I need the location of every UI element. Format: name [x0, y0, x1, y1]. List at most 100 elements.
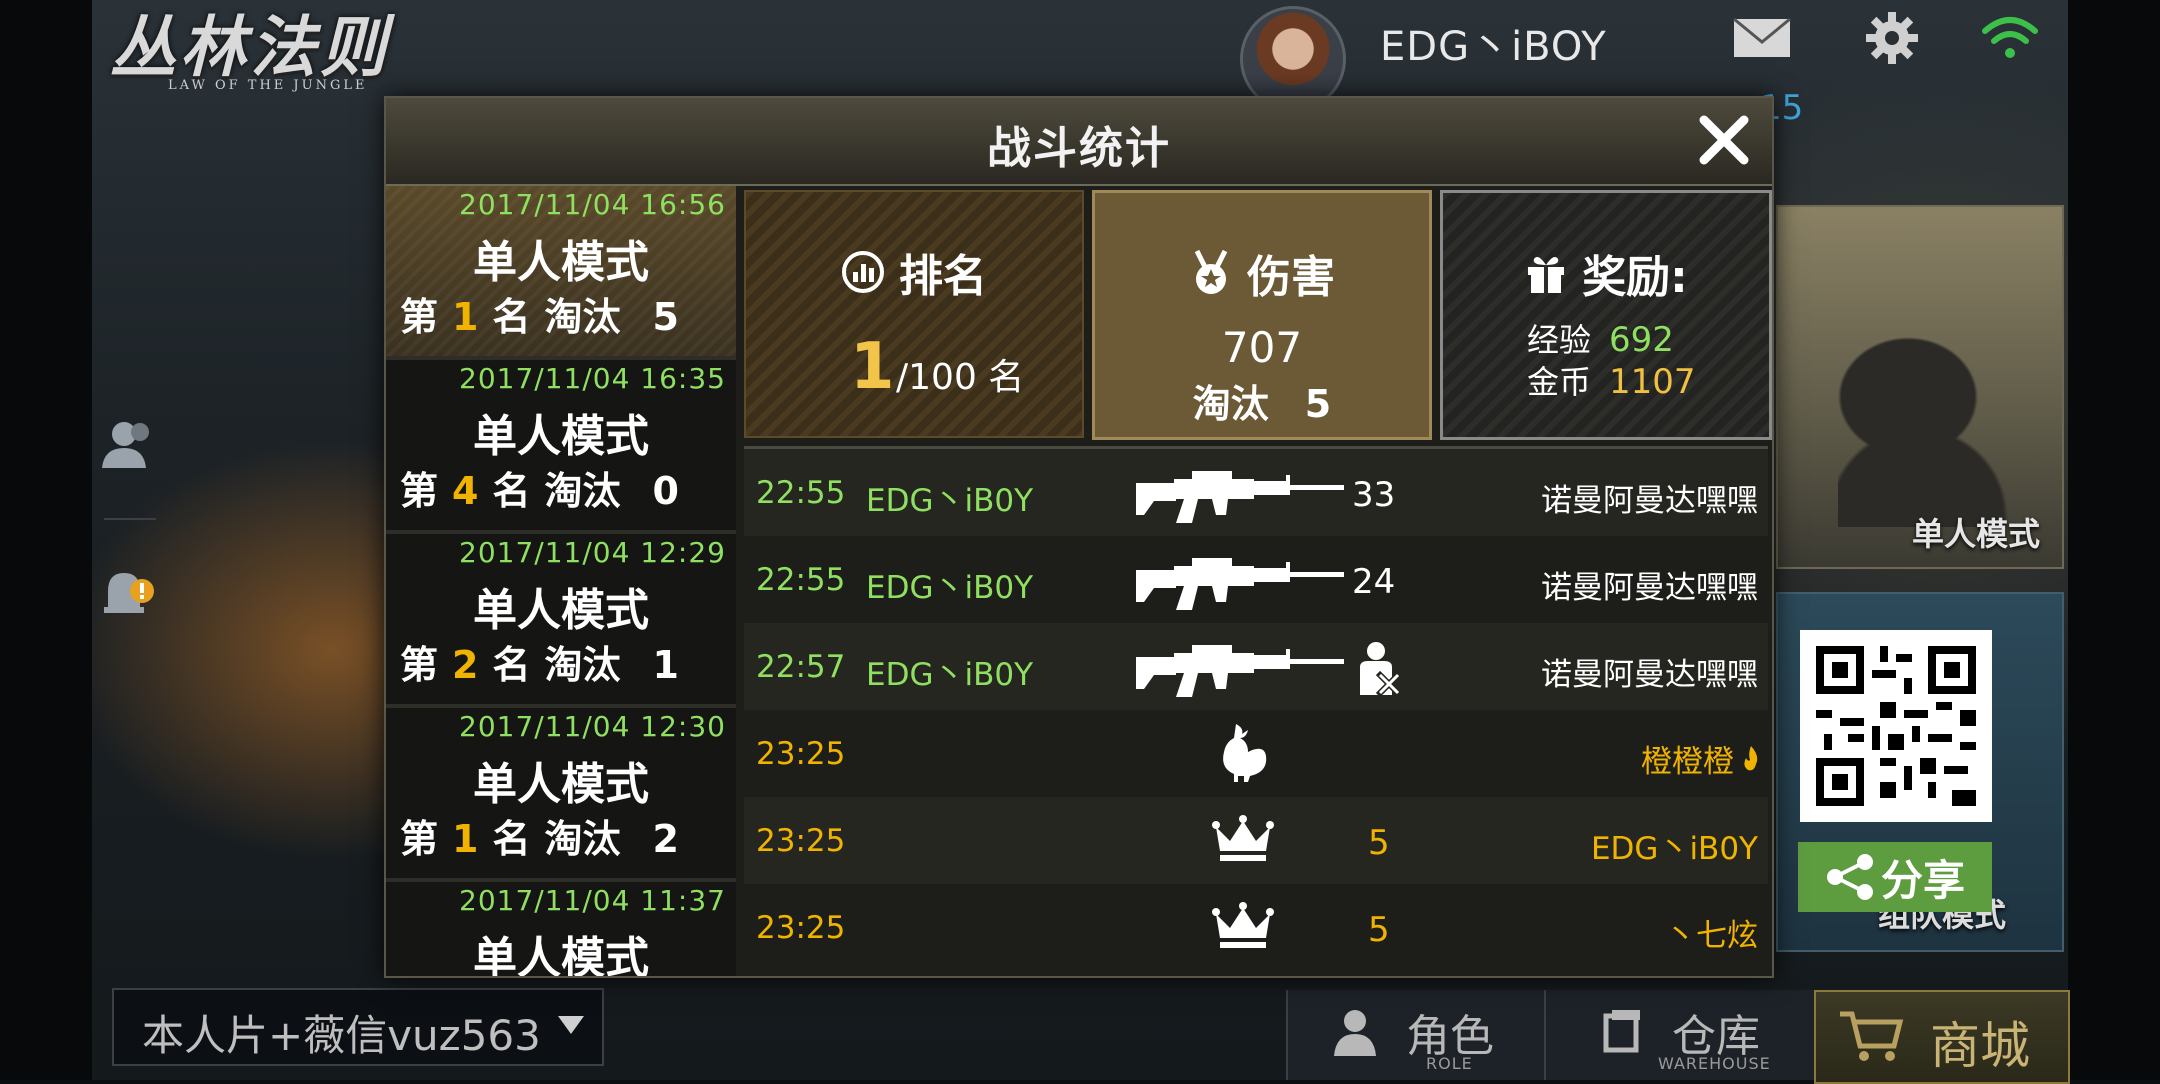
- rank-unit: 名: [492, 469, 531, 513]
- share-icon: [1826, 854, 1873, 900]
- match-result: 第 1 名淘汰 5: [400, 286, 679, 341]
- rank-total: /100 名: [896, 357, 1025, 398]
- match-mode: 单人模式: [473, 759, 649, 810]
- match-date: 2017/11/04 12:29: [459, 536, 726, 569]
- gold-value: 1107: [1609, 362, 1696, 402]
- match-history-list: 2017/11/04 16:56 单人模式 第 1 名淘汰 5 2017/11/04 …: [386, 186, 736, 976]
- log-count: 5: [1368, 910, 1390, 950]
- rank-label: 排名: [899, 251, 987, 302]
- right-letterbox: [2068, 0, 2160, 1080]
- damage-kills: 淘汰 5: [1095, 373, 1429, 428]
- log-time: 22:55: [756, 562, 846, 598]
- match-kills: 0: [652, 469, 679, 513]
- warehouse-box-icon: [1603, 1010, 1640, 1053]
- logo-subtitle: LAW OF THE JUNGLE: [168, 78, 368, 93]
- match-kills: 5: [652, 295, 679, 339]
- rank-prefix: 第: [400, 643, 439, 687]
- match-result: 第 4 名淘汰 0: [400, 460, 679, 515]
- match-mode: 单人模式: [473, 411, 649, 462]
- reward-label: 奖励:: [1582, 252, 1688, 303]
- friends-icon[interactable]: [98, 412, 160, 474]
- role-button[interactable]: 角色 ROLE: [1286, 990, 1544, 1080]
- kill-label: 淘汰: [544, 643, 621, 687]
- wifi-icon: [1980, 8, 2040, 68]
- left-letterbox: [0, 0, 92, 1080]
- match-mode: 单人模式: [473, 237, 649, 288]
- rifle-icon: [1136, 645, 1344, 697]
- rank-prefix: 第: [400, 469, 439, 513]
- match-history-item[interactable]: 2017/11/04 12:30 单人模式 第 1 名淘汰 2: [386, 708, 736, 882]
- reward-gold: 金币 1107: [1527, 357, 1696, 403]
- kill-label: 淘汰: [544, 469, 621, 513]
- role-sublabel: ROLE: [1426, 1054, 1473, 1073]
- match-date: 2017/11/04 12:30: [459, 710, 726, 743]
- shop-button[interactable]: 商城: [1814, 990, 2070, 1084]
- match-date: 2017/11/04 16:35: [459, 362, 726, 395]
- warehouse-sublabel: WAREHOUSE: [1658, 1054, 1771, 1073]
- log-actor: EDG丶iB0Y: [866, 570, 1034, 606]
- role-person-icon: [1334, 1010, 1376, 1056]
- share-qr-code: [1800, 630, 1992, 822]
- exp-label: 经验: [1527, 321, 1592, 359]
- kill-label: 淘汰: [1192, 382, 1269, 426]
- match-history-item[interactable]: 2017/11/04 16:35 单人模式 第 4 名淘汰 0: [386, 360, 736, 534]
- match-rank: 4: [452, 469, 479, 513]
- match-rank: 1: [452, 817, 479, 861]
- match-history-item[interactable]: 2017/11/04 16:56 单人模式 第 1 名淘汰 5: [386, 186, 736, 360]
- rank-unit: 名: [492, 643, 531, 687]
- match-history-item[interactable]: 2017/11/04 11:37 单人模式: [386, 882, 736, 976]
- log-target: 诺曼阿曼达嘿嘿: [1541, 483, 1758, 519]
- log-damage: 24: [1352, 562, 1396, 602]
- log-time: 23:25: [756, 736, 846, 772]
- player-name: EDG丶iBOY: [1380, 24, 1607, 70]
- mail-icon[interactable]: [1732, 8, 1792, 68]
- damage-panel: 伤害 707 淘汰 5: [1092, 190, 1432, 440]
- warehouse-button[interactable]: 仓库 WAREHOUSE: [1544, 990, 1814, 1080]
- log-time: 23:25: [756, 823, 846, 859]
- combat-log: 22:55 EDG丶iB0Y 33 诺曼阿曼达嘿嘿 22:55 EDG丶iB0Y…: [744, 446, 1768, 975]
- match-history-item[interactable]: 2017/11/04 12:29 单人模式 第 2 名淘汰 1: [386, 534, 736, 708]
- reward-header: 奖励:: [1443, 241, 1769, 305]
- log-count: 5: [1368, 823, 1390, 863]
- rifle-icon: [1136, 471, 1344, 523]
- rifle-icon: [1136, 558, 1344, 610]
- chat-input[interactable]: 本人片+薇信vuz563: [112, 988, 604, 1066]
- chat-text: 本人片+薇信vuz563: [142, 1011, 541, 1060]
- log-row: 23:25 5 EDG丶iB0Y: [744, 797, 1768, 884]
- dialog-title: 战斗统计: [987, 123, 1171, 174]
- gold-label: 金币: [1527, 363, 1592, 401]
- exp-value: 692: [1609, 320, 1674, 360]
- match-result: 第 1 名淘汰 2: [400, 808, 679, 863]
- rank-unit: 名: [492, 295, 531, 339]
- rank-panel: 排名 1 /100 名: [744, 190, 1084, 438]
- log-row: 23:25 橙橙橙: [744, 710, 1768, 797]
- kill-count: 5: [1304, 382, 1332, 426]
- notification-bell-icon[interactable]: [98, 562, 160, 624]
- solo-mode-card[interactable]: 单人模式: [1776, 205, 2064, 569]
- log-target: 丶七炫: [1665, 918, 1758, 954]
- match-rank: 1: [452, 295, 479, 339]
- damage-label: 伤害: [1247, 252, 1335, 303]
- gift-icon: [1528, 257, 1565, 293]
- log-row: 22:57 EDG丶iB0Y 诺曼阿曼达嘿嘿: [744, 623, 1768, 710]
- match-kills: 2: [652, 817, 679, 861]
- match-result: 第 2 名淘汰 1: [400, 634, 679, 689]
- log-time: 22:55: [756, 475, 846, 511]
- soldier-silhouette: [1838, 327, 2008, 527]
- close-icon[interactable]: [1694, 110, 1754, 170]
- crown-icon: [1212, 815, 1274, 861]
- log-damage: 33: [1352, 475, 1396, 515]
- chevron-down-icon[interactable]: [558, 1016, 584, 1034]
- chicken-icon: [1223, 724, 1267, 782]
- log-row: 22:55 EDG丶iB0Y 24 诺曼阿曼达嘿嘿: [744, 536, 1768, 623]
- match-mode: 单人模式: [473, 585, 649, 636]
- rank-icon: [842, 251, 884, 293]
- share-button[interactable]: 分享: [1798, 842, 1992, 912]
- reward-exp: 经验 692: [1527, 315, 1674, 361]
- settings-gear-icon[interactable]: [1862, 8, 1922, 68]
- battle-stats-dialog: 战斗统计 2017/11/04 16:56 单人模式 第 1 名淘汰 5 2017/1…: [384, 96, 1774, 978]
- dialog-titlebar: 战斗统计: [386, 98, 1772, 186]
- medal-icon: [1194, 249, 1228, 294]
- log-actor: EDG丶iB0Y: [866, 483, 1034, 519]
- log-actor: EDG丶iB0Y: [866, 657, 1034, 693]
